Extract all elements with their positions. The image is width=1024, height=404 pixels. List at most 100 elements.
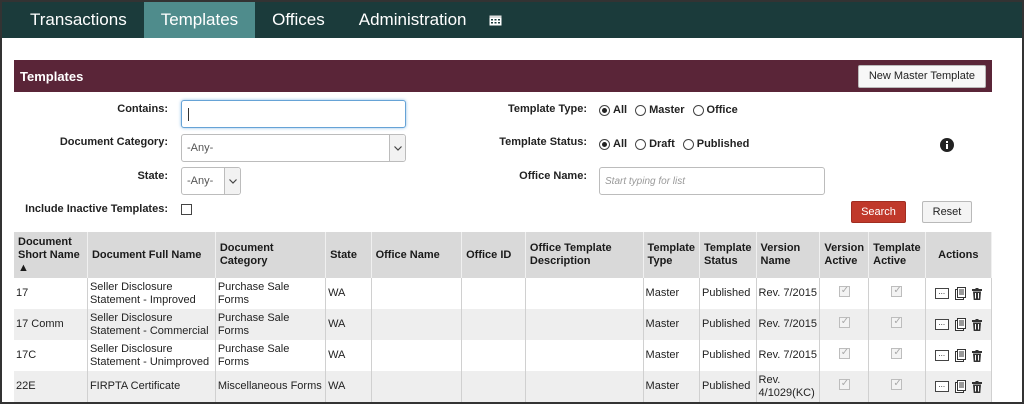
cell-type: Master <box>643 371 701 402</box>
cell-full-name: FIRPTA Certificate <box>87 371 216 402</box>
col-type[interactable]: Template Type <box>643 232 701 278</box>
cell-full-name: Seller Disclosure Statement - Unimproved <box>87 340 216 371</box>
col-short-name[interactable]: Document Short Name ▲ <box>14 232 88 278</box>
office-name-placeholder: Start typing for list <box>605 176 686 187</box>
trash-icon[interactable] <box>971 380 982 393</box>
copy-icon[interactable] <box>954 318 966 331</box>
type-office-radio[interactable]: Office <box>692 104 738 116</box>
search-button[interactable]: Search <box>851 201 906 223</box>
tab-administration[interactable]: Administration <box>342 2 484 38</box>
cell-status: Published <box>699 309 757 340</box>
col-office-id[interactable]: Office ID <box>461 232 526 278</box>
info-icon[interactable] <box>940 138 954 152</box>
trash-icon[interactable] <box>971 349 982 362</box>
table-row: 17 Seller Disclosure Statement - Improve… <box>14 278 993 309</box>
cell-short-name: 17C <box>14 340 88 371</box>
cell-office-id <box>461 340 526 371</box>
type-all-radio[interactable]: All <box>599 104 627 116</box>
table-row: 17C Seller Disclosure Statement - Unimpr… <box>14 340 993 371</box>
cell-office-id <box>461 309 526 340</box>
col-status[interactable]: Template Status <box>699 232 757 278</box>
table-header-row: Document Short Name ▲ Document Full Name … <box>14 232 993 278</box>
col-full-name[interactable]: Document Full Name <box>87 232 216 278</box>
more-options-icon[interactable]: ... <box>934 319 949 330</box>
new-master-template-button[interactable]: New Master Template <box>857 64 986 88</box>
col-category[interactable]: Document Category <box>215 232 327 278</box>
template-active-checkbox <box>891 377 903 390</box>
cell-office-name <box>371 371 463 402</box>
cell-office-desc <box>525 340 644 371</box>
trash-icon[interactable] <box>971 287 982 300</box>
calendar-icon[interactable] <box>483 2 508 38</box>
col-version-name[interactable]: Version Name <box>756 232 821 278</box>
cell-office-name <box>371 309 463 340</box>
copy-icon[interactable] <box>954 380 966 393</box>
reset-button[interactable]: Reset <box>922 201 972 223</box>
col-template-active[interactable]: Template Active <box>868 232 926 278</box>
cell-template-active <box>868 309 926 340</box>
cell-state: WA <box>325 371 372 402</box>
copy-icon[interactable] <box>954 349 966 362</box>
status-draft-radio[interactable]: Draft <box>635 138 675 150</box>
contains-input[interactable] <box>181 100 406 128</box>
cell-actions: ... <box>925 309 993 340</box>
cell-category: Miscellaneous Forms <box>215 371 327 402</box>
col-office-desc[interactable]: Office Template Description <box>525 232 644 278</box>
trash-icon[interactable] <box>971 318 982 331</box>
cell-template-active <box>868 371 926 402</box>
cell-actions: ... <box>925 371 993 402</box>
include-inactive-label: Include Inactive Templates: <box>25 203 168 215</box>
office-name-input[interactable]: Start typing for list <box>599 167 825 195</box>
status-all-radio[interactable]: All <box>599 138 627 150</box>
include-inactive-checkbox[interactable] <box>181 204 192 215</box>
contains-label: Contains: <box>117 103 168 115</box>
chevron-down-icon <box>224 168 240 194</box>
cell-full-name: Seller Disclosure Statement - Commercial <box>87 309 216 340</box>
cell-template-active <box>868 340 926 371</box>
cell-office-desc <box>525 278 644 309</box>
cell-version-active <box>819 309 870 340</box>
state-select[interactable]: -Any- <box>181 167 241 195</box>
state-label: State: <box>137 170 168 182</box>
cell-type: Master <box>643 309 701 340</box>
version-active-checkbox <box>838 284 850 297</box>
version-active-checkbox <box>838 315 850 328</box>
tab-templates[interactable]: Templates <box>143 2 256 38</box>
cell-state: WA <box>325 340 372 371</box>
tab-offices[interactable]: Offices <box>255 2 342 38</box>
sort-asc-icon: ▲ <box>18 261 29 274</box>
cell-state: WA <box>325 309 372 340</box>
template-status-label: Template Status: <box>499 136 587 148</box>
cell-type: Master <box>643 278 701 309</box>
cell-short-name: 17 Comm <box>14 309 88 340</box>
col-state[interactable]: State <box>325 232 372 278</box>
cell-status: Published <box>699 278 757 309</box>
chevron-down-icon <box>389 135 405 161</box>
template-type-label: Template Type: <box>507 103 587 115</box>
type-master-radio[interactable]: Master <box>635 104 685 116</box>
copy-icon[interactable] <box>954 287 966 300</box>
tab-transactions[interactable]: Transactions <box>2 2 144 38</box>
template-status-radios: All Draft Published <box>599 138 757 150</box>
cell-category: Purchase Sale Forms <box>215 278 327 309</box>
col-version-active[interactable]: Version Active <box>819 232 870 278</box>
templates-table: Document Short Name ▲ Document Full Name … <box>14 232 993 402</box>
cell-office-desc <box>525 309 644 340</box>
template-active-checkbox <box>891 284 903 297</box>
cell-actions: ... <box>925 278 993 309</box>
document-category-select[interactable]: -Any- <box>181 134 406 162</box>
more-options-icon[interactable]: ... <box>934 381 949 392</box>
cell-office-desc <box>525 371 644 402</box>
status-published-radio[interactable]: Published <box>682 138 749 150</box>
cell-version: Rev. 7/2015 <box>756 340 821 371</box>
office-name-label: Office Name: <box>519 170 587 182</box>
col-actions: Actions <box>925 232 993 278</box>
col-office-name[interactable]: Office Name <box>371 232 463 278</box>
table-row: 22E FIRPTA Certificate Miscellaneous For… <box>14 371 993 402</box>
cell-office-name <box>371 278 463 309</box>
more-options-icon[interactable]: ... <box>934 288 949 299</box>
more-options-icon[interactable]: ... <box>934 350 949 361</box>
cell-office-name <box>371 340 463 371</box>
cell-version-active <box>819 340 870 371</box>
cell-category: Purchase Sale Forms <box>215 340 327 371</box>
